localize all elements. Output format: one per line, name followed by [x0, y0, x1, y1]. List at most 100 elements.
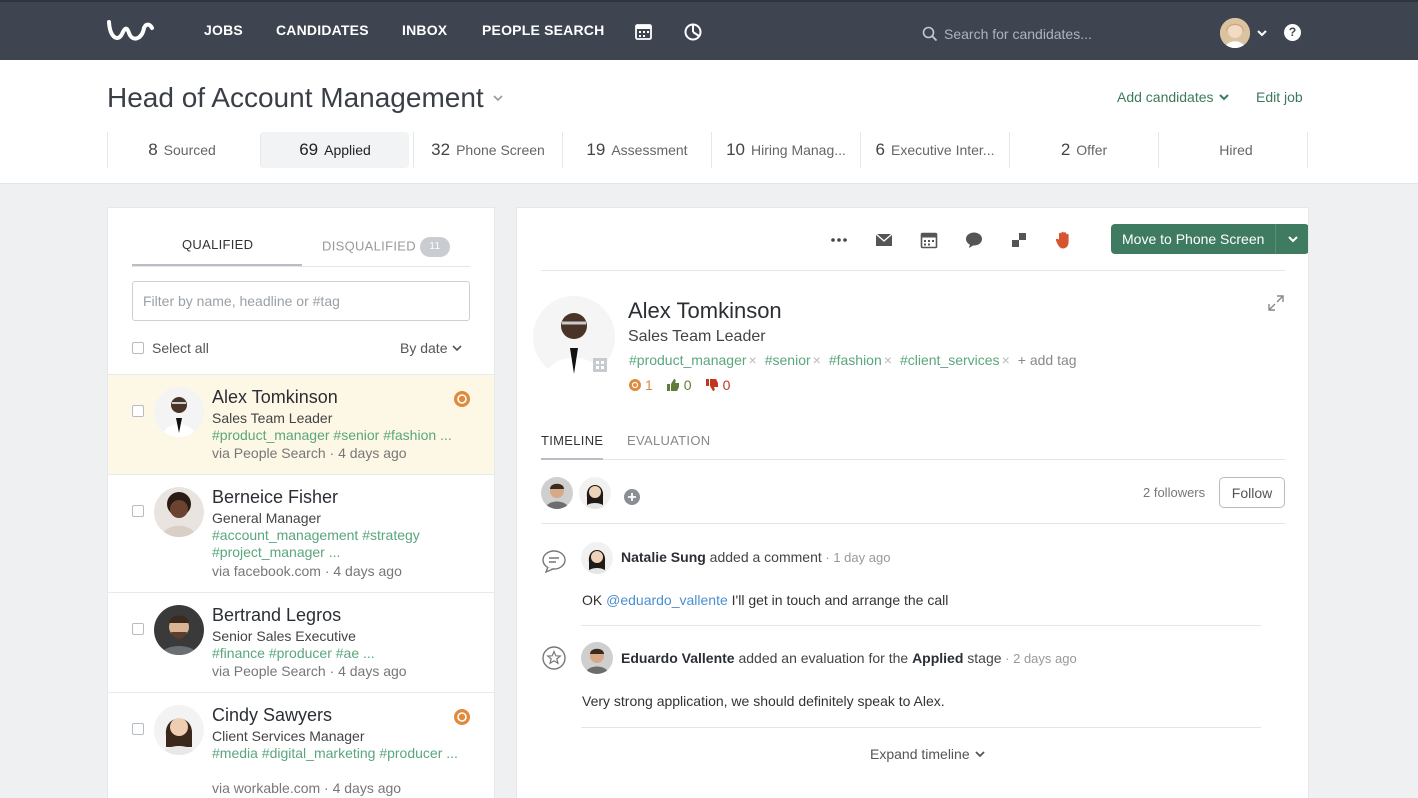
social-profile-icon[interactable] — [593, 358, 607, 372]
move-options-dropdown[interactable] — [1275, 224, 1308, 254]
follower-avatar[interactable] — [541, 477, 573, 509]
stage-offer[interactable]: 2 Offer — [1009, 132, 1158, 168]
mention-link[interactable]: @eduardo_vallente — [606, 592, 728, 608]
tag[interactable]: #product_manager × — [629, 352, 757, 368]
add-follower-icon[interactable] — [624, 489, 640, 505]
follow-button[interactable]: Follow — [1219, 477, 1285, 508]
move-to-phone-screen-button[interactable]: Move to Phone Screen — [1111, 224, 1308, 254]
star-count[interactable]: 1 — [629, 377, 653, 393]
event-time: · 2 days ago — [1001, 651, 1077, 666]
nav-inbox[interactable]: INBOX — [402, 22, 447, 38]
stage-sourced[interactable]: 8 Sourced — [107, 132, 256, 168]
stage-hired[interactable]: Hired — [1158, 132, 1308, 168]
tag[interactable]: #senior × — [765, 352, 821, 368]
edit-job-link[interactable]: Edit job — [1256, 89, 1303, 105]
candidate-row[interactable]: Cindy Sawyers Client Services Manager #m… — [108, 692, 494, 798]
star-count-value: 1 — [645, 377, 653, 393]
candidate-row[interactable]: Alex Tomkinson Sales Team Leader #produc… — [108, 374, 494, 474]
expand-icon[interactable] — [1267, 294, 1285, 312]
sort-dropdown[interactable]: By date — [400, 340, 463, 356]
stage-hiring-manager[interactable]: 10 Hiring Manag... — [711, 132, 860, 168]
tab-qualified[interactable]: QUALIFIED — [182, 237, 253, 252]
job-title-dropdown[interactable]: Head of Account Management — [107, 82, 504, 114]
thumbs-up-count[interactable]: 0 — [666, 377, 692, 393]
candidate-profile-panel: Move to Phone Screen Alex Tomkinson Sale… — [516, 207, 1309, 798]
star-outline-icon — [542, 646, 566, 670]
nav-candidates[interactable]: CANDIDATES — [276, 22, 369, 38]
event-time: · 1 day ago — [821, 550, 891, 565]
help-icon[interactable]: ? — [1284, 24, 1301, 41]
stage-label: Assessment — [611, 142, 688, 158]
add-tag-link[interactable]: + add tag — [1018, 352, 1077, 368]
tag[interactable]: #client_services × — [900, 352, 1010, 368]
candidate-avatar — [154, 705, 204, 755]
select-all-label: Select all — [152, 340, 209, 356]
stage-executive-interview[interactable]: 6 Executive Inter... — [860, 132, 1009, 168]
select-all[interactable]: Select all — [132, 340, 209, 356]
remove-tag-icon[interactable]: × — [749, 352, 757, 368]
tag[interactable]: #fashion × — [829, 352, 892, 368]
stage-phone-screen[interactable]: 32 Phone Screen — [413, 132, 562, 168]
app-root: JOBS CANDIDATES INBOX PEOPLE SEARCH ? He… — [0, 0, 1418, 798]
candidate-checkbox[interactable] — [132, 623, 144, 635]
filter-input[interactable] — [132, 281, 470, 321]
thumbs-down-count[interactable]: 0 — [705, 377, 730, 393]
tab-evaluation[interactable]: EVALUATION — [627, 433, 710, 448]
calendar-icon[interactable] — [634, 22, 654, 42]
followers-row: 2 followers Follow — [541, 473, 1285, 524]
stage-count: 10 — [726, 140, 745, 159]
event-author[interactable]: Natalie Sung — [621, 549, 706, 565]
candidate-headline: Sales Team Leader — [212, 410, 333, 426]
stage-count: 2 — [1060, 140, 1071, 159]
candidate-row[interactable]: Bertrand Legros Senior Sales Executive #… — [108, 592, 494, 692]
user-avatar[interactable] — [1220, 18, 1250, 48]
active-tab-indicator — [132, 264, 302, 266]
remove-tag-icon[interactable]: × — [1002, 352, 1010, 368]
more-options-icon[interactable] — [829, 230, 849, 250]
candidate-headline: Senior Sales Executive — [212, 628, 356, 644]
tab-timeline[interactable]: TIMELINE — [541, 433, 603, 448]
comment-icon[interactable] — [964, 230, 984, 250]
workable-logo[interactable] — [106, 16, 156, 46]
profile-toolbar: Move to Phone Screen — [541, 208, 1308, 271]
calendar-icon[interactable] — [919, 230, 939, 250]
candidate-row[interactable]: Berneice Fisher General Manager #account… — [108, 474, 494, 592]
expand-timeline-label: Expand timeline — [870, 746, 970, 762]
candidate-name: Alex Tomkinson — [212, 387, 338, 407]
add-candidates-button[interactable]: Add candidates — [1117, 89, 1230, 105]
followers-count: 2 followers — [1143, 485, 1206, 500]
timeline-event: Eduardo Vallente added an evaluation for… — [541, 642, 1285, 722]
candidate-checkbox[interactable] — [132, 723, 144, 735]
candidate-headline: General Manager — [212, 510, 321, 526]
email-icon[interactable] — [874, 230, 894, 250]
candidate-tags: #finance #producer #ae ... — [212, 645, 375, 661]
candidate-search[interactable] — [922, 23, 1162, 45]
candidate-tags: #account_management #strategy #project_m… — [212, 527, 420, 560]
profile-tabs: TIMELINE EVALUATION — [541, 432, 1285, 460]
event-author[interactable]: Eduardo Vallente — [621, 650, 735, 666]
nav-people-search[interactable]: PEOPLE SEARCH — [482, 22, 604, 38]
candidate-checkbox[interactable] — [132, 505, 144, 517]
stage-label: Applied — [324, 142, 371, 158]
stage-applied[interactable]: 69 Applied — [260, 132, 409, 168]
move-stage-icon[interactable] — [1009, 230, 1029, 250]
nav-jobs[interactable]: JOBS — [204, 22, 243, 38]
move-button-label: Move to Phone Screen — [1122, 231, 1265, 247]
select-all-checkbox[interactable] — [132, 342, 144, 354]
disqualify-hand-icon[interactable] — [1054, 230, 1074, 250]
chevron-down-icon[interactable] — [1256, 28, 1268, 38]
candidate-headline: Client Services Manager — [212, 728, 365, 744]
reports-pie-icon[interactable] — [683, 22, 703, 42]
search-input[interactable] — [944, 26, 1144, 42]
candidate-name: Berneice Fisher — [212, 487, 339, 507]
remove-tag-icon[interactable]: × — [813, 352, 821, 368]
expand-timeline-link[interactable]: Expand timeline — [870, 746, 986, 762]
follower-avatar[interactable] — [579, 477, 611, 509]
tab-disqualified[interactable]: DISQUALIFIED 11 — [322, 237, 450, 257]
stage-count: 69 — [299, 140, 319, 159]
tag-label: #fashion — [828, 352, 882, 368]
stage-assessment[interactable]: 19 Assessment — [562, 132, 711, 168]
candidate-avatar — [154, 387, 204, 437]
candidate-checkbox[interactable] — [132, 405, 144, 417]
remove-tag-icon[interactable]: × — [884, 352, 892, 368]
